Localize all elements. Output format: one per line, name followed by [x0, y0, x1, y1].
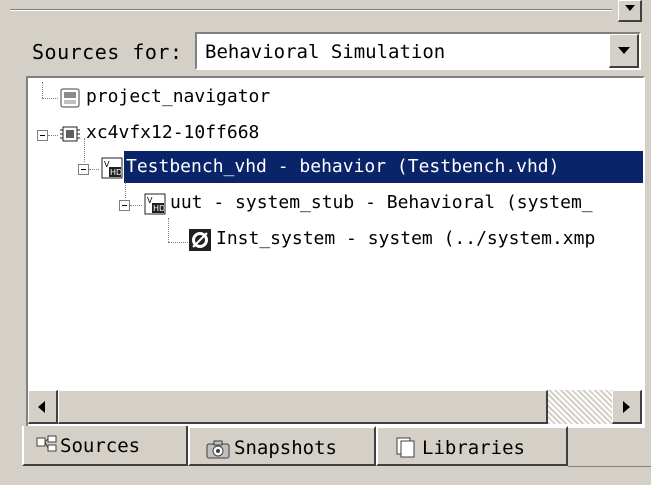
tab-sources[interactable]: Sources [22, 426, 188, 466]
sources-for-dropdown[interactable]: Behavioral Simulation [195, 32, 641, 70]
tree-item-project-navigator[interactable]: project_navigator [28, 80, 628, 114]
scroll-left-button[interactable] [28, 390, 58, 424]
tab-label: Sources [60, 435, 141, 457]
divider [10, 9, 612, 11]
sources-tree: project_navigator xc4vfx12-10ff668 V HD T… [26, 76, 645, 428]
sources-icon [36, 435, 58, 458]
collapse-icon[interactable] [119, 200, 130, 211]
xmp-file-icon [188, 228, 212, 257]
project-icon [60, 88, 80, 113]
tree-item-device[interactable]: xc4vfx12-10ff668 [28, 116, 628, 150]
vhdl-file-icon: V HD [144, 193, 166, 220]
tab-snapshots[interactable]: Snapshots [188, 426, 376, 466]
tree-item-label: xc4vfx12-10ff668 [86, 122, 260, 143]
dropdown-button[interactable] [609, 34, 639, 68]
svg-text:HD: HD [153, 204, 165, 213]
scroll-right-button[interactable] [612, 390, 642, 424]
tree-item-label: uut - system_stub - Behavioral (system_ [170, 192, 593, 213]
chip-icon [60, 124, 80, 149]
tab-libraries[interactable]: Libraries [376, 426, 568, 466]
tree-item-label: Testbench_vhd - behavior (Testbench.vhd) [126, 156, 560, 177]
svg-text:HD: HD [110, 168, 122, 177]
scroll-down-button[interactable] [618, 0, 642, 22]
tree-item-inst-system[interactable]: Inst_system - system (../system.xmp [28, 222, 643, 257]
divider [568, 466, 651, 467]
tree-item-label: Inst_system - system (../system.xmp [216, 228, 596, 249]
tree-item-uut[interactable]: V HD uut - system_stub - Behavioral (syst… [28, 186, 643, 220]
chevron-down-icon [625, 5, 635, 11]
tree-item-label: project_navigator [86, 86, 271, 107]
tab-label: Libraries [422, 437, 525, 459]
chevron-left-icon [38, 401, 45, 413]
horizontal-scrollbar[interactable] [28, 390, 642, 424]
snapshots-icon [206, 439, 230, 464]
scrollbar-thumb[interactable] [58, 390, 548, 424]
libraries-icon [396, 437, 418, 464]
tree-item-testbench[interactable]: V HD Testbench_vhd - behavior (Testbench.… [28, 150, 643, 184]
top-strip [0, 0, 651, 30]
chevron-down-icon [618, 47, 630, 54]
tab-label: Snapshots [234, 437, 337, 459]
collapse-icon[interactable] [37, 130, 48, 141]
collapse-icon[interactable] [78, 164, 89, 175]
vhdl-file-icon: V HD [101, 157, 123, 184]
sources-for-label: Sources for: [32, 40, 183, 64]
sources-for-value: Behavioral Simulation [205, 41, 446, 63]
chevron-right-icon [623, 401, 630, 413]
scrollbar-track[interactable] [548, 390, 612, 424]
